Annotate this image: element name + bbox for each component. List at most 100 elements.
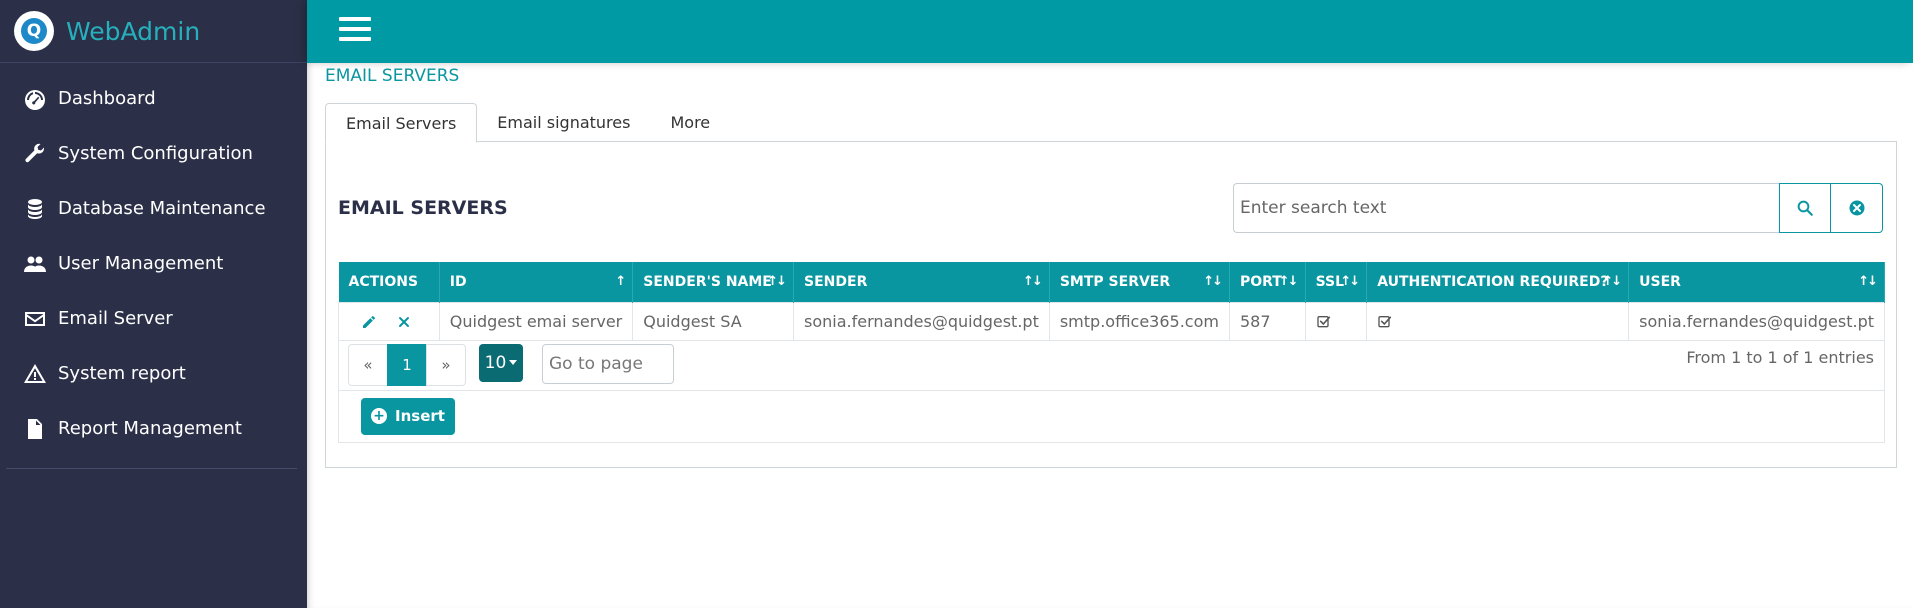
- sidebar-item-system-configuration[interactable]: System Configuration: [0, 126, 307, 181]
- checkbox-checked-icon: [1316, 316, 1330, 328]
- sort-icon[interactable]: ↑↓: [1340, 274, 1360, 289]
- checkbox-checked-icon: [1378, 316, 1392, 328]
- users-icon: [20, 249, 50, 279]
- search-icon: [1797, 200, 1813, 216]
- warning-icon: [20, 359, 50, 389]
- table-row[interactable]: Quidgest emai server Quidgest SA sonia.f…: [338, 301, 1885, 341]
- sort-asc-icon[interactable]: ↑: [615, 274, 626, 289]
- sidebar-item-label: Dashboard: [58, 88, 156, 109]
- caret-down-icon: [509, 360, 518, 365]
- column-header-label: ACTIONS: [348, 273, 419, 290]
- sort-icon[interactable]: ↑↓: [1279, 274, 1299, 289]
- brand-logo: Q: [14, 11, 54, 51]
- column-header-port[interactable]: PORT ↑↓: [1229, 262, 1306, 302]
- cell-smtp-server: smtp.office365.com: [1048, 301, 1230, 341]
- sidebar-divider: [6, 468, 297, 469]
- envelope-icon: [20, 304, 50, 334]
- sidebar-item-report-management[interactable]: Report Management: [0, 401, 307, 456]
- sort-icon[interactable]: ↑↓: [1203, 274, 1223, 289]
- sidebar-nav: Dashboard System Configuration Database …: [0, 63, 307, 456]
- column-header-label: ID: [449, 273, 467, 290]
- sidebar: Q WebAdmin Dashboard System Configuratio…: [0, 0, 307, 608]
- column-header-sender-name[interactable]: SENDER'S NAME ↑↓: [632, 262, 795, 302]
- sort-icon[interactable]: ↑↓: [1023, 274, 1043, 289]
- pencil-icon: [363, 316, 375, 328]
- column-header-authentication-required[interactable]: AUTHENTICATION REQUIRED? ↑↓: [1366, 262, 1630, 302]
- tab-email-servers[interactable]: Email Servers: [325, 103, 478, 143]
- email-servers-panel: EMAIL SERVERS ACTIONS ID↑ SENDER'S NAME↑…: [325, 141, 1897, 468]
- email-servers-table: ACTIONS ID ↑ SENDER'S NAME ↑↓ SENDER ↑↓ SMT…: [338, 262, 1885, 443]
- tab-more[interactable]: More: [650, 103, 730, 142]
- sidebar-item-dashboard[interactable]: Dashboard: [0, 71, 307, 126]
- dashboard-icon: [20, 84, 50, 114]
- cell-id: Quidgest emai server: [438, 301, 634, 341]
- plus-circle-icon: +: [371, 408, 387, 424]
- hamburger-icon-line: [339, 27, 371, 31]
- brand-logo-letter: Q: [21, 18, 47, 44]
- column-header-label: SENDER: [804, 273, 868, 290]
- cell-ssl: [1304, 301, 1368, 341]
- table-header-row: ACTIONS ID ↑ SENDER'S NAME ↑↓ SENDER ↑↓ SMT…: [338, 262, 1885, 302]
- menu-toggle-button[interactable]: [339, 17, 371, 45]
- column-header-smtp-server[interactable]: SMTP SERVER ↑↓: [1049, 262, 1230, 302]
- sort-icon[interactable]: ↑↓: [1858, 274, 1878, 289]
- cell-sender: sonia.fernandes@quidgest.pt: [793, 301, 1050, 341]
- tab-email-signatures[interactable]: Email signatures: [477, 103, 650, 142]
- row-actions-cell: [338, 301, 440, 341]
- hamburger-icon: [339, 17, 371, 21]
- sidebar-item-database-maintenance[interactable]: Database Maintenance: [0, 181, 307, 236]
- search-button[interactable]: [1779, 183, 1831, 233]
- pagination: « 1 »: [348, 343, 466, 386]
- column-header-label: SENDER'S NAME: [643, 273, 772, 290]
- go-to-page-input[interactable]: [542, 343, 674, 384]
- cell-authentication-required: [1366, 301, 1630, 341]
- file-icon: [20, 414, 50, 444]
- search-group: [1233, 183, 1883, 233]
- prev-page-button[interactable]: «: [348, 343, 388, 386]
- close-icon: [399, 317, 410, 327]
- insert-button-label: Insert: [395, 407, 445, 425]
- brand-name: WebAdmin: [66, 16, 201, 46]
- main-content: EMAIL SERVERS Email Servers Email signat…: [307, 63, 1913, 608]
- search-input[interactable]: [1233, 183, 1779, 233]
- sidebar-item-label: Database Maintenance: [58, 198, 266, 219]
- clear-circle-icon: [1849, 200, 1864, 216]
- column-header-ssl[interactable]: SSL ↑↓: [1305, 262, 1368, 302]
- clear-search-button[interactable]: [1831, 183, 1883, 233]
- hamburger-icon-line: [339, 37, 371, 41]
- sort-icon[interactable]: ↑↓: [767, 274, 787, 289]
- sidebar-item-user-management[interactable]: User Management: [0, 236, 307, 291]
- column-header-label: USER: [1639, 273, 1681, 290]
- insert-row: + Insert: [338, 390, 1885, 443]
- sidebar-item-label: Report Management: [58, 418, 242, 439]
- sidebar-item-label: User Management: [58, 253, 224, 274]
- sidebar-item-label: Email Server: [58, 308, 173, 329]
- sidebar-item-system-report[interactable]: System report: [0, 346, 307, 401]
- column-header-user[interactable]: USER ↑↓: [1628, 262, 1885, 302]
- delete-button[interactable]: [396, 314, 412, 330]
- page-size-value: 10: [484, 352, 507, 373]
- entries-count: From 1 to 1 of 1 entries: [1686, 347, 1874, 367]
- column-header-sender[interactable]: SENDER ↑↓: [793, 262, 1050, 302]
- sort-icon[interactable]: ↑↓: [1602, 274, 1622, 289]
- column-header-label: AUTHENTICATION REQUIRED?: [1377, 273, 1609, 290]
- column-header-label: PORT: [1239, 273, 1282, 290]
- page-title: EMAIL SERVERS: [325, 66, 460, 86]
- wrench-icon: [20, 139, 50, 169]
- table-footer: « 1 » 10 From 1 to 1 of 1 entries: [338, 340, 1885, 391]
- column-header-actions: ACTIONS: [338, 262, 440, 302]
- brand[interactable]: Q WebAdmin: [0, 0, 307, 63]
- panel-title: EMAIL SERVERS: [338, 197, 508, 219]
- sidebar-item-email-server[interactable]: Email Server: [0, 291, 307, 346]
- tab-bar: Email Servers Email signatures More: [325, 103, 730, 143]
- column-header-id[interactable]: ID ↑: [439, 262, 634, 302]
- cell-user: sonia.fernandes@quidgest.pt: [1628, 301, 1885, 341]
- page-button-1[interactable]: 1: [387, 343, 427, 386]
- insert-button[interactable]: + Insert: [361, 397, 455, 435]
- page-size-dropdown[interactable]: 10: [479, 343, 523, 382]
- edit-button[interactable]: [361, 314, 377, 330]
- sidebar-item-label: System report: [58, 363, 186, 384]
- database-icon: [20, 194, 50, 224]
- sidebar-item-label: System Configuration: [58, 143, 253, 164]
- next-page-button[interactable]: »: [426, 343, 466, 386]
